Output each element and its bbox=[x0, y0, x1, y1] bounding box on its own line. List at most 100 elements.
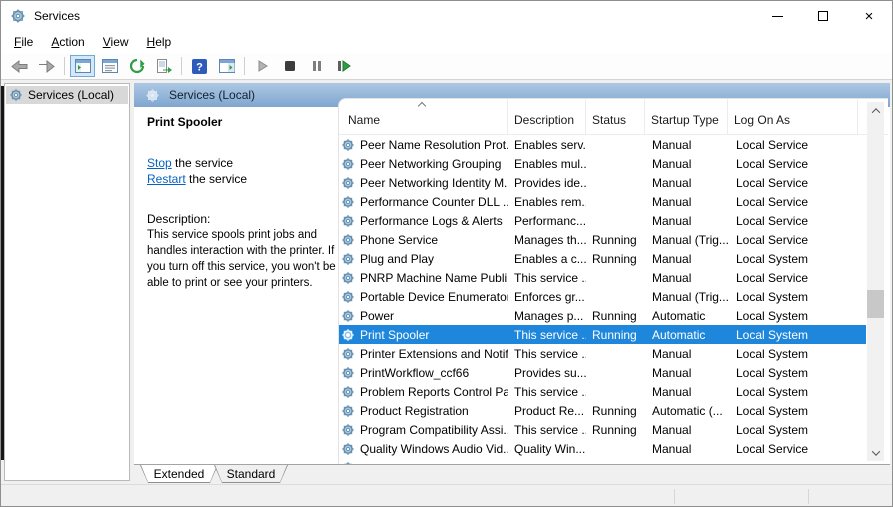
service-name: Power bbox=[360, 308, 395, 323]
service-description: This service ... bbox=[514, 422, 586, 437]
properties-icon bbox=[101, 59, 118, 73]
service-description: This service ... bbox=[514, 270, 586, 285]
service-description: Enables serv... bbox=[514, 137, 586, 152]
service-description: Product Re... bbox=[514, 403, 585, 418]
service-gear-icon bbox=[341, 385, 355, 399]
service-status: Running bbox=[592, 403, 637, 418]
start-service-button[interactable] bbox=[250, 55, 275, 77]
menu-item-view[interactable]: View bbox=[94, 32, 138, 52]
service-gear-icon bbox=[341, 423, 355, 437]
pane-header-title: Services (Local) bbox=[169, 88, 256, 102]
restart-service-button[interactable] bbox=[331, 55, 356, 77]
table-row[interactable]: PNRP Machine Name Publi... This service … bbox=[339, 268, 866, 287]
table-row[interactable]: Plug and Play Enables a c... Running Man… bbox=[339, 249, 866, 268]
service-description: This service ... bbox=[514, 346, 586, 361]
show-action-pane-button[interactable] bbox=[214, 55, 239, 77]
table-row[interactable]: Peer Networking Identity M... Provides i… bbox=[339, 173, 866, 192]
table-row[interactable]: Portable Device Enumerator... Enforces g… bbox=[339, 287, 866, 306]
table-row[interactable]: Quality Windows Audio Vid... Quality Win… bbox=[339, 439, 866, 458]
refresh-button[interactable] bbox=[124, 55, 149, 77]
service-description: Enables mul... bbox=[514, 156, 586, 171]
vertical-scrollbar[interactable] bbox=[867, 102, 884, 461]
restart-service-icon bbox=[337, 60, 351, 72]
refresh-icon bbox=[129, 58, 145, 74]
service-log-on-as: Local Service bbox=[736, 137, 809, 152]
service-log-on-as: Local System bbox=[736, 422, 809, 437]
service-startup-type: Manual bbox=[652, 213, 692, 228]
export-list-button[interactable] bbox=[151, 55, 176, 77]
menu-item-help[interactable]: Help bbox=[138, 32, 181, 52]
service-name: Plug and Play bbox=[360, 251, 435, 266]
table-row[interactable]: PrintWorkflow_ccf66 Provides su... Manua… bbox=[339, 363, 866, 382]
service-log-on-as: Local System bbox=[736, 346, 809, 361]
details-pane: Services (Local) Print Spooler Stop the … bbox=[134, 83, 890, 464]
service-name: Performance Counter DLL ... bbox=[360, 194, 508, 209]
tab-extended[interactable]: Extended bbox=[140, 465, 218, 483]
table-row[interactable]: Problem Reports Control Pa... This servi… bbox=[339, 382, 866, 401]
service-startup-type: Manual (Trig... bbox=[652, 232, 728, 247]
back-button[interactable] bbox=[7, 55, 32, 77]
table-row[interactable]: Performance Counter DLL ... Enables rem.… bbox=[339, 192, 866, 211]
table-row[interactable]: Program Compatibility Assi... This servi… bbox=[339, 420, 866, 439]
column-header-startup-type[interactable]: Startup Type bbox=[645, 99, 728, 134]
service-name: Quality Windows Audio Vid... bbox=[360, 441, 508, 456]
table-row[interactable]: Power Manages p... Running Automatic Loc… bbox=[339, 306, 866, 325]
tree-item-services-local[interactable]: Services (Local) bbox=[6, 86, 128, 104]
service-description: Enables a c... bbox=[514, 251, 586, 266]
service-startup-type: Manual bbox=[652, 384, 692, 399]
maximize-button[interactable] bbox=[800, 1, 846, 31]
pause-service-button[interactable] bbox=[304, 55, 329, 77]
table-row[interactable]: Phone Service Manages th... Running Manu… bbox=[339, 230, 866, 249]
service-name: Problem Reports Control Pa... bbox=[360, 384, 508, 399]
chevron-up-icon bbox=[871, 107, 880, 117]
close-button[interactable]: × bbox=[846, 1, 892, 31]
stop-service-button[interactable] bbox=[277, 55, 302, 77]
scroll-down-button[interactable] bbox=[867, 444, 884, 461]
service-log-on-as: Local Service bbox=[736, 175, 809, 190]
show-console-tree-button[interactable] bbox=[70, 55, 95, 77]
scroll-up-button[interactable] bbox=[867, 102, 884, 119]
column-header-description[interactable]: Description bbox=[508, 99, 586, 134]
content-area: Services (Local) Services (Local) Print … bbox=[1, 80, 892, 506]
extended-info-pane: Print Spooler Stop the service Restart t… bbox=[134, 107, 336, 464]
menu-item-action[interactable]: Action bbox=[42, 32, 93, 52]
svg-text:?: ? bbox=[196, 61, 203, 73]
forward-button[interactable] bbox=[34, 55, 59, 77]
service-description: Enforces gr... bbox=[514, 289, 585, 304]
minimize-button[interactable] bbox=[754, 1, 800, 31]
menu-item-file[interactable]: File bbox=[5, 32, 42, 52]
table-row[interactable]: Printer Extensions and Notif... This ser… bbox=[339, 344, 866, 363]
chevron-down-icon bbox=[871, 446, 880, 456]
service-log-on-as: Local Service bbox=[736, 156, 809, 171]
service-gear-icon bbox=[341, 176, 355, 190]
service-name: Phone Service bbox=[360, 232, 439, 247]
service-startup-type: Manual bbox=[652, 365, 692, 380]
help-button[interactable]: ? bbox=[187, 55, 212, 77]
scrollbar-thumb[interactable] bbox=[867, 290, 884, 318]
service-description: Enables rem... bbox=[514, 194, 586, 209]
service-log-on-as: Local System bbox=[736, 327, 809, 342]
service-startup-type: Manual (Trig... bbox=[652, 289, 728, 304]
table-row[interactable]: Peer Name Resolution Prot... Enables ser… bbox=[339, 135, 866, 154]
tab-standard[interactable]: Standard bbox=[214, 465, 288, 483]
column-header-log-on-as[interactable]: Log On As bbox=[728, 99, 858, 134]
stop-service-link[interactable]: Stop bbox=[147, 156, 172, 170]
column-header-status[interactable]: Status bbox=[586, 99, 645, 134]
service-list-pane: Name Description Status Startup Type Log On … bbox=[338, 98, 888, 464]
service-startup-type: Automatic bbox=[652, 308, 706, 323]
service-startup-type: Manual bbox=[652, 194, 692, 209]
table-row[interactable]: Product Registration Product Re... Runni… bbox=[339, 401, 866, 420]
tree-item-label: Services (Local) bbox=[28, 88, 115, 102]
restart-service-link[interactable]: Restart bbox=[147, 172, 186, 186]
table-row[interactable]: Peer Networking Grouping Enables mul... … bbox=[339, 154, 866, 173]
table-row[interactable]: Print Spooler This service ... Running A… bbox=[339, 325, 866, 344]
service-description: Provides su... bbox=[514, 365, 586, 380]
service-gear-icon bbox=[341, 309, 355, 323]
column-header-filler bbox=[858, 99, 864, 134]
service-status: Running bbox=[592, 251, 637, 266]
properties-button[interactable] bbox=[97, 55, 122, 77]
description-label: Description: bbox=[147, 212, 211, 226]
export-list-icon bbox=[156, 58, 172, 73]
table-row[interactable]: Performance Logs & Alerts Performanc... … bbox=[339, 211, 866, 230]
help-icon: ? bbox=[192, 58, 207, 74]
